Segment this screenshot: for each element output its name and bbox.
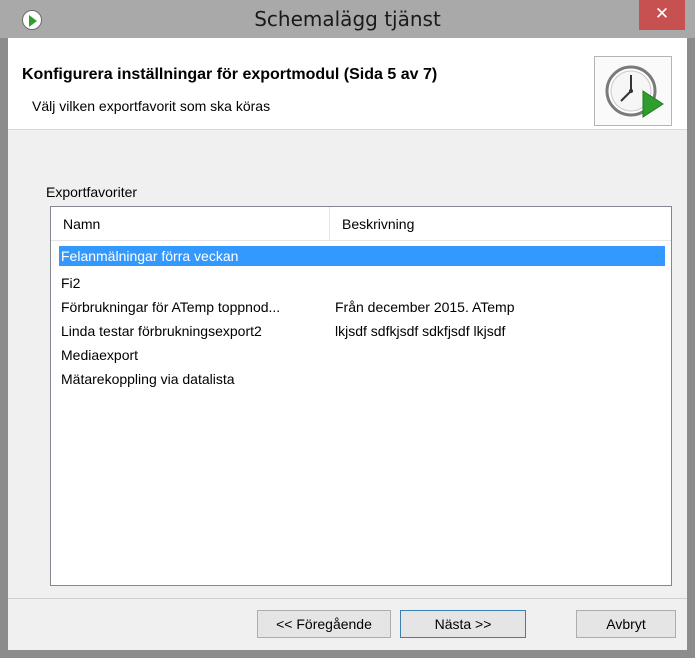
cancel-button[interactable]: Avbryt (576, 610, 676, 638)
item-description: lkjsdf sdfkjsdf sdkfjsdf lkjsdf (335, 323, 506, 339)
next-button[interactable]: Nästa >> (400, 610, 526, 638)
export-favorites-list[interactable]: Namn Beskrivning Felanmälningar förra ve… (50, 206, 672, 586)
footer-divider (8, 598, 687, 599)
item-name: Fi2 (61, 275, 81, 291)
close-icon: ✕ (654, 4, 670, 24)
list-item[interactable]: Linda testar förbrukningsexport2 lkjsdf … (59, 321, 665, 341)
list-item[interactable]: Mediaexport (59, 345, 665, 365)
dialog-window: Schemalägg tjänst ✕ Konfigurera inställn… (0, 0, 695, 658)
list-item[interactable]: Förbrukningar för ATemp toppnod... Från … (59, 297, 665, 317)
item-name: Mätarekoppling via datalista (61, 371, 235, 387)
list-item[interactable]: Fi2 (59, 273, 665, 293)
page-subtitle: Välj vilken exportfavorit som ska köras (32, 98, 271, 114)
list-item[interactable]: Mätarekoppling via datalista (59, 369, 665, 389)
title-bar: Schemalägg tjänst ✕ (0, 0, 695, 38)
clock-play-icon (594, 56, 672, 126)
dialog-client-area: Konfigurera inställningar för exportmodu… (8, 38, 687, 650)
previous-button[interactable]: << Föregående (257, 610, 391, 638)
item-name: Förbrukningar för ATemp toppnod... (61, 299, 281, 315)
close-button[interactable]: ✕ (639, 0, 685, 30)
list-item[interactable]: Felanmälningar förra veckan (59, 246, 665, 266)
export-favorites-label: Exportfavoriter (46, 184, 138, 200)
item-description: Från december 2015. ATemp (335, 299, 515, 315)
item-name: Mediaexport (61, 347, 139, 363)
list-header: Namn Beskrivning (51, 207, 671, 241)
column-header-name[interactable]: Namn (51, 207, 329, 241)
window-title: Schemalägg tjänst (254, 7, 441, 31)
item-name: Linda testar förbrukningsexport2 (61, 323, 262, 339)
wizard-header: Konfigurera inställningar för exportmodu… (8, 38, 687, 130)
column-header-description[interactable]: Beskrivning (329, 207, 671, 241)
item-name: Felanmälningar förra veckan (61, 248, 239, 264)
page-title: Konfigurera inställningar för exportmodu… (22, 66, 438, 83)
